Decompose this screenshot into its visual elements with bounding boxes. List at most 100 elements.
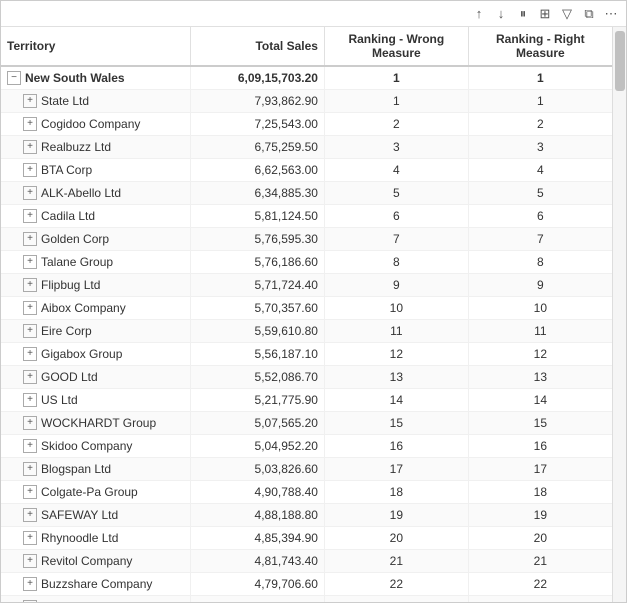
row-wrong-rank: 3 — [324, 136, 468, 159]
row-territory-label: Skidoo Company — [41, 439, 132, 453]
row-right-rank: 22 — [468, 573, 612, 596]
row-expand-icon[interactable]: + — [23, 186, 37, 200]
row-expand-icon[interactable]: + — [23, 278, 37, 292]
row-expand-icon[interactable]: + — [23, 117, 37, 131]
row-sales: 7,93,862.90 — [191, 90, 324, 113]
row-sales: 4,88,188.80 — [191, 504, 324, 527]
row-sales: 5,07,565.20 — [191, 412, 324, 435]
row-expand-icon[interactable]: + — [23, 531, 37, 545]
row-territory-label: New South Wales — [25, 71, 125, 85]
row-right-rank: 1 — [468, 66, 612, 90]
table-row[interactable]: +Aibox Company5,70,357.601010 — [1, 297, 612, 320]
sort-desc-icon[interactable]: ↓ — [492, 5, 510, 23]
col-header-territory[interactable]: Territory — [1, 27, 191, 66]
scrollbar[interactable] — [612, 27, 626, 602]
row-territory-label: US Ltd — [41, 393, 78, 407]
row-wrong-rank: 9 — [324, 274, 468, 297]
table-row[interactable]: −New South Wales6,09,15,703.2011 — [1, 66, 612, 90]
row-territory-label: GOOD Ltd — [41, 370, 98, 384]
row-right-rank: 4 — [468, 159, 612, 182]
table-row[interactable]: +Realbuzz Ltd6,75,259.5033 — [1, 136, 612, 159]
table-row[interactable]: +Revitol Company4,81,743.402121 — [1, 550, 612, 573]
row-expand-icon[interactable]: + — [23, 462, 37, 476]
row-right-rank: 10 — [468, 297, 612, 320]
table-row[interactable]: +Flipbug Ltd5,71,724.4099 — [1, 274, 612, 297]
row-expand-icon[interactable]: + — [23, 347, 37, 361]
row-expand-icon[interactable]: + — [23, 255, 37, 269]
sort-asc-icon[interactable]: ↑ — [470, 5, 488, 23]
row-expand-icon[interactable]: + — [23, 508, 37, 522]
filter-icon[interactable]: ▽ — [558, 5, 576, 23]
row-territory-label: Rhynoodle Ltd — [41, 531, 118, 545]
table-row[interactable]: +Skidoo Company5,04,952.201616 — [1, 435, 612, 458]
row-sales: 5,03,826.60 — [191, 458, 324, 481]
row-right-rank: 19 — [468, 504, 612, 527]
table-row[interactable]: +GOOD Ltd5,52,086.701313 — [1, 366, 612, 389]
row-wrong-rank: 20 — [324, 527, 468, 550]
table-row[interactable]: +Gigabox Group5,56,187.101212 — [1, 343, 612, 366]
table-row[interactable]: +BTA Corp6,62,563.0044 — [1, 159, 612, 182]
table-row[interactable]: +US Ltd5,21,775.901414 — [1, 389, 612, 412]
row-sales: 5,21,775.90 — [191, 389, 324, 412]
row-expand-icon[interactable]: + — [23, 163, 37, 177]
row-sales: 5,81,124.50 — [191, 205, 324, 228]
row-expand-icon[interactable]: + — [23, 416, 37, 430]
row-wrong-rank: 15 — [324, 412, 468, 435]
row-wrong-rank: 8 — [324, 251, 468, 274]
row-wrong-rank: 14 — [324, 389, 468, 412]
pause-icon[interactable]: ⏸ — [514, 5, 532, 23]
more-icon[interactable]: ⋯ — [602, 5, 620, 23]
table-row[interactable]: +Blogspan Ltd5,03,826.601717 — [1, 458, 612, 481]
row-expand-icon[interactable]: + — [23, 232, 37, 246]
table-row[interactable]: +Cadila Ltd5,81,124.5066 — [1, 205, 612, 228]
row-sales: 4,85,394.90 — [191, 527, 324, 550]
table-row[interactable]: +Cogidoo Company7,25,543.0022 — [1, 113, 612, 136]
row-wrong-rank: 10 — [324, 297, 468, 320]
row-expand-icon[interactable]: + — [23, 140, 37, 154]
row-right-rank: 6 — [468, 205, 612, 228]
row-territory-label: Oozz Group — [41, 600, 106, 602]
row-territory-label: SAFEWAY Ltd — [41, 508, 118, 522]
row-wrong-rank: 6 — [324, 205, 468, 228]
row-expand-icon[interactable]: + — [23, 485, 37, 499]
table-row[interactable]: +Buzzshare Company4,79,706.602222 — [1, 573, 612, 596]
row-expand-icon[interactable]: + — [23, 554, 37, 568]
table-wrapper: Territory Total Sales Ranking - Wrong Me… — [1, 27, 626, 602]
table-scroll[interactable]: Territory Total Sales Ranking - Wrong Me… — [1, 27, 612, 602]
table-row[interactable]: +Oozz Group4,75,552.602323 — [1, 596, 612, 603]
row-sales: 6,62,563.00 — [191, 159, 324, 182]
expand-icon[interactable]: ⊞ — [536, 5, 554, 23]
data-table: Territory Total Sales Ranking - Wrong Me… — [1, 27, 612, 602]
table-row[interactable]: +WOCKHARDT Group5,07,565.201515 — [1, 412, 612, 435]
export-icon[interactable]: ⧉ — [580, 5, 598, 23]
row-expand-icon[interactable]: + — [23, 370, 37, 384]
table-row[interactable]: +Eire Corp5,59,610.801111 — [1, 320, 612, 343]
row-expand-icon[interactable]: − — [7, 71, 21, 85]
row-wrong-rank: 18 — [324, 481, 468, 504]
table-row[interactable]: +Colgate-Pa Group4,90,788.401818 — [1, 481, 612, 504]
table-row[interactable]: +Rhynoodle Ltd4,85,394.902020 — [1, 527, 612, 550]
row-expand-icon[interactable]: + — [23, 577, 37, 591]
table-row[interactable]: +ALK-Abello Ltd6,34,885.3055 — [1, 182, 612, 205]
col-header-sales[interactable]: Total Sales — [191, 27, 324, 66]
row-expand-icon[interactable]: + — [23, 600, 37, 602]
row-expand-icon[interactable]: + — [23, 209, 37, 223]
row-expand-icon[interactable]: + — [23, 393, 37, 407]
row-expand-icon[interactable]: + — [23, 94, 37, 108]
table-row[interactable]: +State Ltd7,93,862.9011 — [1, 90, 612, 113]
row-right-rank: 21 — [468, 550, 612, 573]
col-header-right[interactable]: Ranking - Right Measure — [468, 27, 612, 66]
row-expand-icon[interactable]: + — [23, 301, 37, 315]
table-row[interactable]: +Talane Group5,76,186.6088 — [1, 251, 612, 274]
row-right-rank: 9 — [468, 274, 612, 297]
row-sales: 5,70,357.60 — [191, 297, 324, 320]
row-territory-label: Colgate-Pa Group — [41, 485, 138, 499]
col-header-wrong[interactable]: Ranking - Wrong Measure — [324, 27, 468, 66]
row-wrong-rank: 7 — [324, 228, 468, 251]
row-expand-icon[interactable]: + — [23, 324, 37, 338]
row-wrong-rank: 5 — [324, 182, 468, 205]
table-row[interactable]: +Golden Corp5,76,595.3077 — [1, 228, 612, 251]
table-row[interactable]: +SAFEWAY Ltd4,88,188.801919 — [1, 504, 612, 527]
row-expand-icon[interactable]: + — [23, 439, 37, 453]
row-wrong-rank: 23 — [324, 596, 468, 603]
